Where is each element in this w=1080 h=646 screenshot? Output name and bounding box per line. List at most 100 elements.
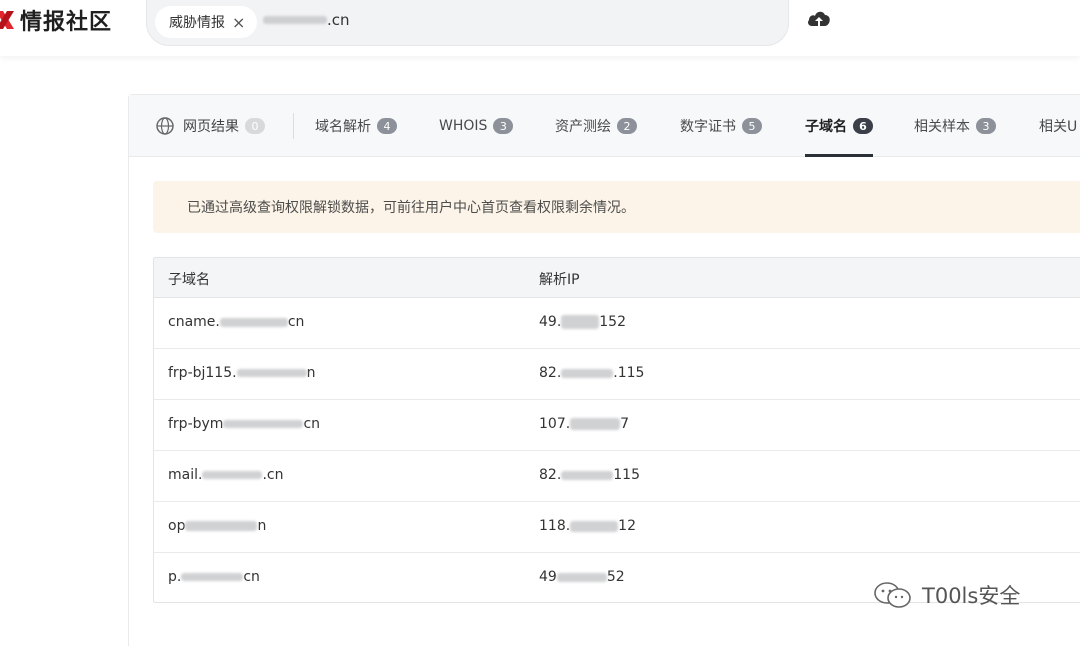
tab-count-badge: 0 [245, 118, 265, 134]
table-header: 子域名 解析IP [154, 258, 1080, 298]
column-header-subdomain: 子域名 [168, 272, 210, 288]
logo-x-icon [0, 11, 14, 29]
ip-suffix: 52 [606, 569, 625, 585]
subdomain-cell: mail. .cn [168, 467, 283, 483]
subdomain-suffix: cn [303, 416, 321, 432]
ip-suffix: 12 [618, 518, 636, 534]
tab-asset-mapping[interactable]: 资产测绘 2 [555, 95, 637, 157]
subdomain-prefix: cname. [168, 314, 220, 330]
ip-cell: 49 52 [539, 569, 625, 585]
ip-cell: 82. 115 [539, 467, 640, 483]
table-row[interactable]: frp-bj115. n 82. .115 [154, 349, 1080, 400]
ip-prefix: 49 [539, 569, 557, 585]
logo-text: 情报社区 [20, 10, 113, 35]
ip-suffix: .115 [613, 365, 645, 381]
subdomain-cell: op n [168, 518, 266, 534]
ip-prefix: 82. [539, 467, 562, 483]
tab-label: 资产测绘 [555, 119, 611, 135]
redacted-text [570, 418, 621, 430]
redacted-text [263, 16, 327, 24]
subdomain-cell: frp-bym cn [168, 416, 320, 432]
subdomain-prefix: frp-bym [168, 416, 224, 432]
ip-cell: 107. 7 [539, 416, 629, 432]
watermark: T00ls安全 [872, 580, 1020, 610]
tab-label: 网页结果 [183, 119, 239, 135]
tab-dns-resolution[interactable]: 域名解析 4 [315, 95, 397, 157]
search-category-label: 威胁情报 [169, 15, 225, 31]
table-row[interactable]: mail. .cn 82. 115 [154, 451, 1080, 502]
top-header: 情报社区 威胁情报 × .cn [0, 0, 1080, 56]
subdomain-cell: cname. cn [168, 314, 304, 330]
subdomain-table: 子域名 解析IP cname. cn 49. 152 frp-bj115. n [153, 257, 1080, 603]
ip-suffix: 115 [613, 467, 640, 483]
globe-icon [156, 117, 174, 135]
logo[interactable]: 情报社区 [0, 6, 113, 35]
ip-prefix: 107. [539, 416, 571, 432]
redacted-text [223, 420, 304, 428]
redacted-text [219, 317, 288, 327]
subdomain-prefix: frp-bj115. [168, 365, 237, 381]
column-header-resolved-ip: 解析IP [539, 272, 580, 288]
table-row[interactable]: cname. cn 49. 152 [154, 298, 1080, 349]
redacted-text [236, 369, 307, 377]
tab-divider [293, 113, 294, 139]
subdomain-cell: p. cn [168, 569, 260, 585]
tab-count-badge: 3 [493, 118, 514, 134]
tab-subdomains[interactable]: 子域名 6 [805, 95, 873, 157]
tab-count-badge: 6 [853, 118, 873, 134]
subdomain-suffix: n [257, 518, 267, 534]
tab-label: 数字证书 [680, 119, 736, 135]
redacted-text [556, 572, 607, 582]
ip-cell: 82. .115 [539, 365, 644, 381]
redacted-text [185, 521, 258, 531]
search-input[interactable]: .cn [263, 11, 350, 29]
subdomain-prefix: mail. [168, 467, 203, 483]
cloud-upload-icon[interactable] [805, 5, 833, 33]
subdomain-suffix: .cn [262, 467, 284, 483]
tab-label: 相关U [1039, 119, 1078, 135]
subdomain-suffix: n [306, 365, 316, 381]
close-icon[interactable]: × [232, 13, 245, 32]
results-panel: 网页结果 0 域名解析 4 WHOIS 3 资产测绘 2 数字证书 5 子域名 … [128, 94, 1080, 646]
tab-count-badge: 4 [377, 118, 397, 134]
redacted-text [561, 470, 614, 480]
tab-label: 域名解析 [315, 119, 371, 135]
tab-web-results[interactable]: 网页结果 0 [155, 95, 265, 157]
table-row[interactable]: frp-bym cn 107. 7 [154, 400, 1080, 451]
redacted-text [561, 315, 600, 329]
redacted-text [202, 471, 263, 479]
ip-prefix: 82. [539, 365, 562, 381]
tab-related-urls[interactable]: 相关U [1039, 95, 1077, 157]
subdomain-suffix: cn [243, 569, 260, 585]
redacted-text [181, 573, 244, 581]
redacted-text [561, 368, 614, 378]
tab-count-badge: 2 [617, 118, 637, 134]
ip-cell: 118. 12 [539, 518, 636, 534]
permission-notice: 已通过高级查询权限解锁数据，可前往用户中心首页查看权限剩余情况。 [153, 181, 1080, 233]
ip-prefix: 49. [539, 314, 562, 330]
subdomain-cell: frp-bj115. n [168, 365, 315, 381]
search-category-tag[interactable]: 威胁情报 × [155, 6, 257, 38]
ip-cell: 49. 152 [539, 314, 626, 330]
wechat-icon [874, 582, 911, 608]
result-tabs: 网页结果 0 域名解析 4 WHOIS 3 资产测绘 2 数字证书 5 子域名 … [129, 95, 1080, 157]
tab-whois[interactable]: WHOIS 3 [439, 95, 514, 157]
tab-label: 子域名 [805, 119, 847, 135]
ip-suffix: 7 [620, 416, 630, 432]
tab-label: 相关样本 [914, 119, 970, 135]
tab-label: WHOIS [439, 118, 488, 134]
tab-count-badge: 3 [976, 118, 996, 134]
subdomain-prefix: op [168, 518, 186, 534]
redacted-text [570, 520, 619, 532]
subdomain-prefix: p. [168, 569, 182, 585]
ip-prefix: 118. [539, 518, 571, 534]
search-query-suffix: .cn [327, 11, 350, 29]
table-row[interactable]: op n 118. 12 [154, 502, 1080, 553]
tab-related-samples[interactable]: 相关样本 3 [914, 95, 996, 157]
tab-certificates[interactable]: 数字证书 5 [680, 95, 762, 157]
watermark-text: T00ls安全 [922, 584, 1021, 608]
subdomain-suffix: cn [287, 314, 305, 330]
search-bar[interactable]: 威胁情报 × .cn [146, 0, 789, 46]
ip-suffix: 152 [599, 314, 626, 330]
tab-count-badge: 5 [742, 118, 762, 134]
